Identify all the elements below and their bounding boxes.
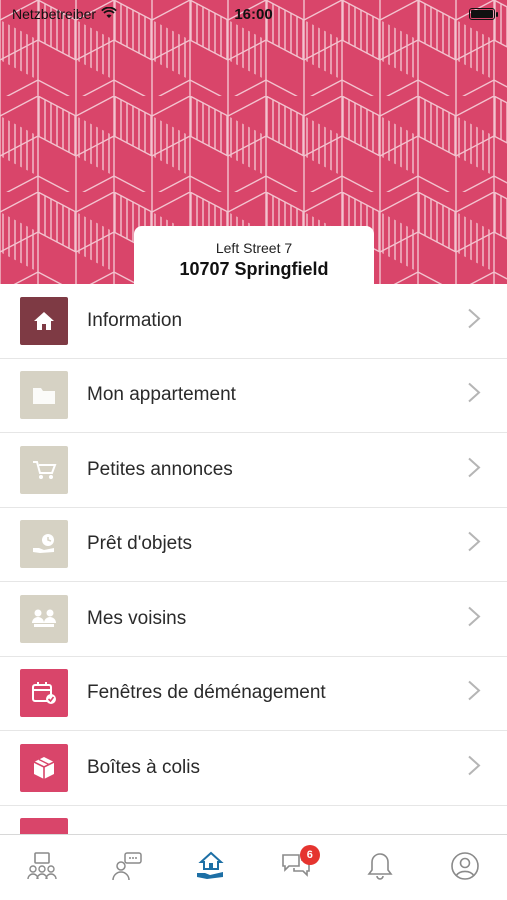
menu-item-pret-objets[interactable]: Prêt d'objets: [0, 508, 507, 582]
menu-item-label: Mes voisins: [87, 607, 187, 629]
address-street: Left Street 7: [215, 240, 293, 256]
menu-item-petites-annonces[interactable]: Petites annonces: [0, 433, 507, 508]
chevron-right-icon: [467, 680, 481, 707]
status-time: 16:00: [234, 5, 273, 23]
menu-list: Information Mon appartement Petites anno…: [0, 284, 507, 834]
menu-item-label: Boîtes à colis: [87, 756, 200, 778]
address-city: 10707 Springfield: [179, 259, 329, 279]
address-card: Left Street 7 10707 Springfield: [134, 226, 374, 286]
status-bar: Netzbetreiber 16:00: [0, 0, 507, 28]
tab-bar: 6: [0, 834, 507, 900]
menu-item-label: Information: [87, 309, 183, 331]
folder-icon: [20, 371, 68, 420]
tab-profile[interactable]: [445, 851, 485, 887]
profile-icon: [449, 851, 481, 887]
tab-home-active[interactable]: [191, 851, 231, 887]
menu-item-label: Mon appartement: [87, 384, 236, 406]
bell-icon: [364, 851, 396, 887]
neighbors-icon: [20, 594, 68, 643]
menu-item-fenetres-demenagement[interactable]: Fenêtres de déménagement: [0, 657, 507, 731]
menu-item-partial[interactable]: [0, 806, 507, 834]
tab-messages[interactable]: 6: [276, 845, 320, 887]
community-icon: [26, 851, 58, 887]
chevron-right-icon: [467, 531, 481, 558]
menu-item-boites-colis[interactable]: Boîtes à colis: [0, 731, 507, 806]
chevron-right-icon: [467, 754, 481, 781]
chevron-right-icon: [467, 605, 481, 632]
chevron-right-icon: [467, 382, 481, 409]
tab-notifications[interactable]: [360, 851, 400, 887]
menu-item-information[interactable]: Information: [0, 284, 507, 359]
battery-icon: [469, 8, 498, 20]
partial-icon: [20, 818, 68, 834]
menu-item-label: Prêt d'objets: [87, 533, 193, 555]
unread-badge: 6: [299, 845, 320, 865]
menu-item-label: Fenêtres de déménagement: [87, 682, 326, 704]
tab-community[interactable]: [22, 851, 62, 887]
chat-person-icon: [111, 851, 143, 887]
shopping-cart-icon: [20, 445, 68, 494]
menu-item-mon-appartement[interactable]: Mon appartement: [0, 359, 507, 433]
home-hand-icon: [195, 851, 227, 887]
chevron-right-icon: [467, 456, 481, 483]
calendar-check-icon: [20, 669, 68, 718]
chevron-right-icon: [467, 307, 481, 334]
lending-hand-icon: [20, 520, 68, 569]
menu-item-mes-voisins[interactable]: Mes voisins: [0, 582, 507, 657]
menu-item-label: Petites annonces: [87, 458, 233, 480]
parcel-box-icon: [20, 743, 68, 792]
home-icon: [20, 296, 68, 345]
tab-chat-person[interactable]: [107, 851, 147, 887]
